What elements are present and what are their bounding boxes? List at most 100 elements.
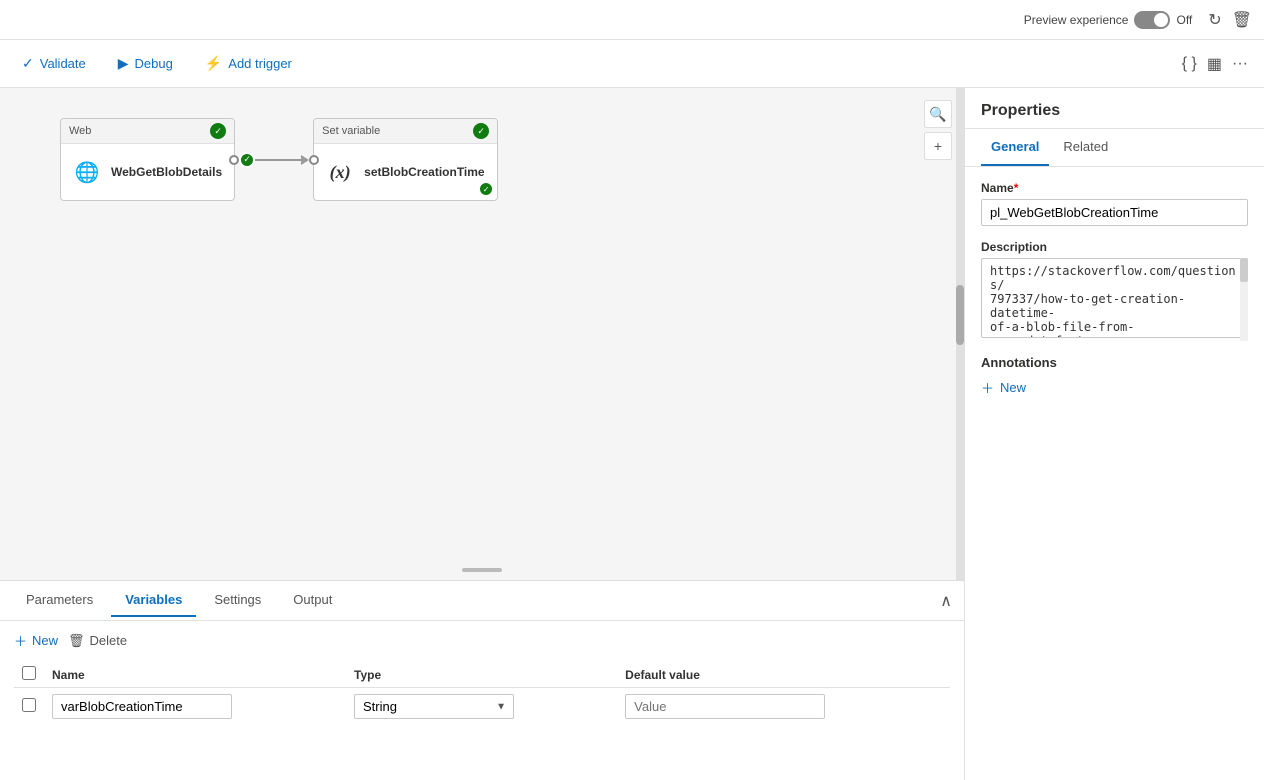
bottom-panel: Parameters Variables Settings Output ∧ ＋… [0,580,964,780]
delete-variable-button[interactable]: 🗑 Delete [68,631,127,650]
new-label: New [32,633,58,648]
validate-button[interactable]: ✓ Validate [16,51,92,76]
trash-icon: 🗑 [68,633,85,649]
setvariable-node-label: Set variable [322,125,380,137]
canvas-controls: 🔍 + [924,100,952,160]
main-area: Web ✓ 🌐 WebGetBlobDetails ✓ [0,88,1264,780]
description-field-label: Description [981,240,1248,254]
description-textarea[interactable]: https://stackoverflow.com/questions/ 797… [981,258,1248,338]
properties-panel: Properties General Related Name* Descrip… [964,88,1264,780]
new-variable-button[interactable]: ＋ New [14,631,58,650]
properties-title: Properties [965,88,1264,129]
off-label: Off [1176,13,1192,27]
debug-button[interactable]: ▶ Debug [112,51,179,76]
activity-area: Web ✓ 🌐 WebGetBlobDetails ✓ [60,118,498,201]
add-trigger-icon: ⚡ [205,55,222,72]
web-output-port[interactable] [229,155,239,165]
toolbar-right: { } ▦ ··· [1182,54,1248,74]
web-node-header: Web ✓ [61,119,234,144]
more-icon[interactable]: ··· [1232,55,1248,73]
setvariable-fx-icon: (x) [326,158,354,186]
pipeline-icon[interactable]: ▦ [1207,54,1222,74]
top-bar: Preview experience Off ↻ 🗑 [0,0,1264,40]
var-type-wrapper: String Boolean Integer Array ▼ [354,694,514,719]
properties-body: Name* Description https://stackoverflow.… [965,167,1264,780]
variables-table: Name Type Default value [14,662,950,725]
description-wrapper: https://stackoverflow.com/questions/ 797… [981,258,1248,341]
refresh-icon[interactable]: ↻ [1208,10,1221,30]
variable-row: String Boolean Integer Array ▼ [14,688,950,726]
bottom-content: ＋ New 🗑 Delete Name Type Defaul [0,621,964,735]
tab-settings[interactable]: Settings [200,584,275,617]
tab-parameters[interactable]: Parameters [12,584,107,617]
preview-toggle[interactable] [1134,11,1170,29]
connector-arrowhead [301,155,309,165]
web-node-body: 🌐 WebGetBlobDetails [61,144,234,200]
properties-tabs: General Related [965,129,1264,167]
description-scrollbar-thumb [1240,258,1248,282]
web-node-label: Web [69,125,91,137]
var-name-input[interactable] [52,694,232,719]
annotations-section: Annotations ＋ New [981,355,1248,397]
canvas-hscroll-indicator [462,568,502,572]
tab-general[interactable]: General [981,129,1049,166]
bottom-actions: ＋ New 🗑 Delete [14,631,950,650]
name-field-label: Name* [981,181,1248,195]
tab-variables[interactable]: Variables [111,584,196,617]
toolbar: ✓ Validate ▶ Debug ⚡ Add trigger { } ▦ ·… [0,40,1264,88]
preview-toggle-group: Preview experience Off [1024,11,1193,29]
annotations-label: Annotations [981,355,1248,370]
zoom-add-button[interactable]: + [924,132,952,160]
col-name: Name [44,662,346,688]
code-icon[interactable]: { } [1182,55,1197,73]
canvas-vscroll-thumb [956,285,964,345]
setvariable-node-name: setBlobCreationTime [364,165,484,179]
var-type-select[interactable]: String Boolean Integer Array [354,694,514,719]
bottom-tabs-bar: Parameters Variables Settings Output ∧ [0,581,964,621]
var-default-input[interactable] [625,694,825,719]
canvas[interactable]: Web ✓ 🌐 WebGetBlobDetails ✓ [0,88,964,580]
preview-label: Preview experience [1024,13,1129,27]
top-icons: ↻ 🗑 [1208,10,1252,30]
setvariable-node-body: (x) setBlobCreationTime [314,144,497,200]
row-name-cell [44,688,346,726]
validate-icon: ✓ [22,55,34,72]
connector-line [255,159,301,161]
name-input[interactable] [981,199,1248,226]
zoom-search-button[interactable]: 🔍 [924,100,952,128]
row-type-cell: String Boolean Integer Array ▼ [346,688,617,726]
annotations-new-button[interactable]: ＋ New [981,378,1248,397]
annotations-new-label: New [1000,380,1026,395]
connector-arrow: ✓ [239,155,309,165]
toggle-knob [1154,13,1168,27]
delete-icon[interactable]: 🗑 [1232,10,1252,30]
col-checkbox [14,662,44,688]
annotations-plus-icon: ＋ [981,378,994,397]
canvas-side: Web ✓ 🌐 WebGetBlobDetails ✓ [0,88,964,780]
setvariable-input-port[interactable] [309,155,319,165]
row-checkbox-cell [14,688,44,726]
bottom-collapse-button[interactable]: ∧ [940,591,952,611]
debug-icon: ▶ [118,55,129,72]
delete-label: Delete [90,633,128,648]
tab-related[interactable]: Related [1053,129,1118,166]
connector-check-icon: ✓ [239,152,255,168]
plus-icon: ＋ [14,631,27,650]
web-check-badge: ✓ [210,123,226,139]
select-all-checkbox[interactable] [22,666,36,680]
row-default-cell [617,688,950,726]
web-activity-node[interactable]: Web ✓ 🌐 WebGetBlobDetails [60,118,235,201]
add-trigger-button[interactable]: ⚡ Add trigger [199,51,298,76]
col-type: Type [346,662,617,688]
row-checkbox[interactable] [22,698,36,712]
name-field: Name* [981,181,1248,226]
setvariable-node-header: Set variable ✓ [314,119,497,144]
setvariable-check-badge: ✓ [473,123,489,139]
tab-output[interactable]: Output [279,584,346,617]
canvas-vscroll[interactable] [956,88,964,580]
setvariable-activity-node[interactable]: Set variable ✓ (x) setBlobCreationTime ✓ [313,118,498,201]
web-globe-icon: 🌐 [73,158,101,186]
description-scrollbar[interactable] [1240,258,1248,341]
description-field: Description https://stackoverflow.com/qu… [981,240,1248,341]
web-node-name: WebGetBlobDetails [111,165,222,179]
